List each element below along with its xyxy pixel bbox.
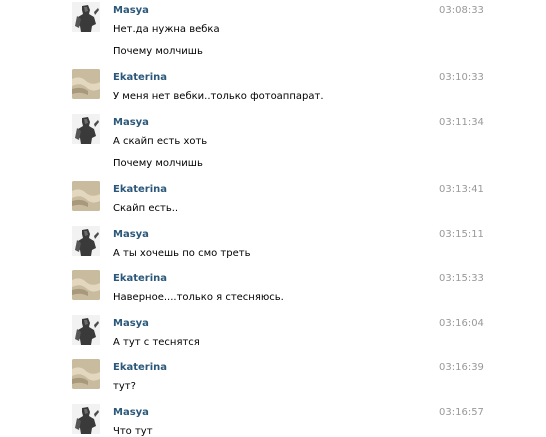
message-time: 03:08:33 [439, 5, 484, 16]
masya-avatar-icon[interactable] [72, 404, 100, 434]
message-time: 03:15:33 [439, 273, 484, 284]
message-time: 03:15:11 [439, 229, 484, 240]
message-author[interactable]: Masya [113, 229, 149, 240]
message-time: 03:16:39 [439, 362, 484, 373]
message-author[interactable]: Masya [113, 117, 149, 128]
message-author[interactable]: Masya [113, 5, 149, 16]
message-author[interactable]: Masya [113, 407, 149, 418]
message-text: У меня нет вебки..только фотоаппарат. [113, 91, 324, 102]
message-author[interactable]: Ekaterina [113, 362, 167, 373]
message-author[interactable]: Ekaterina [113, 184, 167, 195]
ekaterina-avatar-icon[interactable] [72, 69, 100, 99]
message-text: Скайп есть.. [113, 203, 179, 214]
masya-avatar-icon[interactable] [72, 226, 100, 256]
message-author[interactable]: Ekaterina [113, 72, 167, 83]
ekaterina-avatar-icon[interactable] [72, 181, 100, 211]
message-text: А ты хочешь по смо треть [113, 248, 251, 259]
masya-avatar-icon[interactable] [72, 2, 100, 32]
message-author[interactable]: Ekaterina [113, 273, 167, 284]
message-text: Почему молчишь [113, 158, 203, 169]
message-time: 03:16:57 [439, 407, 484, 418]
message-time: 03:16:04 [439, 318, 484, 329]
masya-avatar-icon[interactable] [72, 315, 100, 345]
message-text: тут? [113, 381, 136, 392]
message-author[interactable]: Masya [113, 318, 149, 329]
message-time: 03:13:41 [439, 184, 484, 195]
message-time: 03:10:33 [439, 72, 484, 83]
message-text: А скайп есть хоть [113, 136, 208, 147]
message-text: Почему молчишь [113, 46, 203, 57]
message-text: Наверное....только я стесняюсь. [113, 292, 284, 303]
message-time: 03:11:34 [439, 117, 484, 128]
message-text: А тут с теснятся [113, 337, 200, 348]
message-text: Нет.да нужна вебка [113, 24, 220, 35]
masya-avatar-icon[interactable] [72, 114, 100, 144]
chat-log: Masya 03:08:33 Нет.да нужна вебка Почему… [0, 0, 546, 437]
ekaterina-avatar-icon[interactable] [72, 270, 100, 300]
ekaterina-avatar-icon[interactable] [72, 359, 100, 389]
